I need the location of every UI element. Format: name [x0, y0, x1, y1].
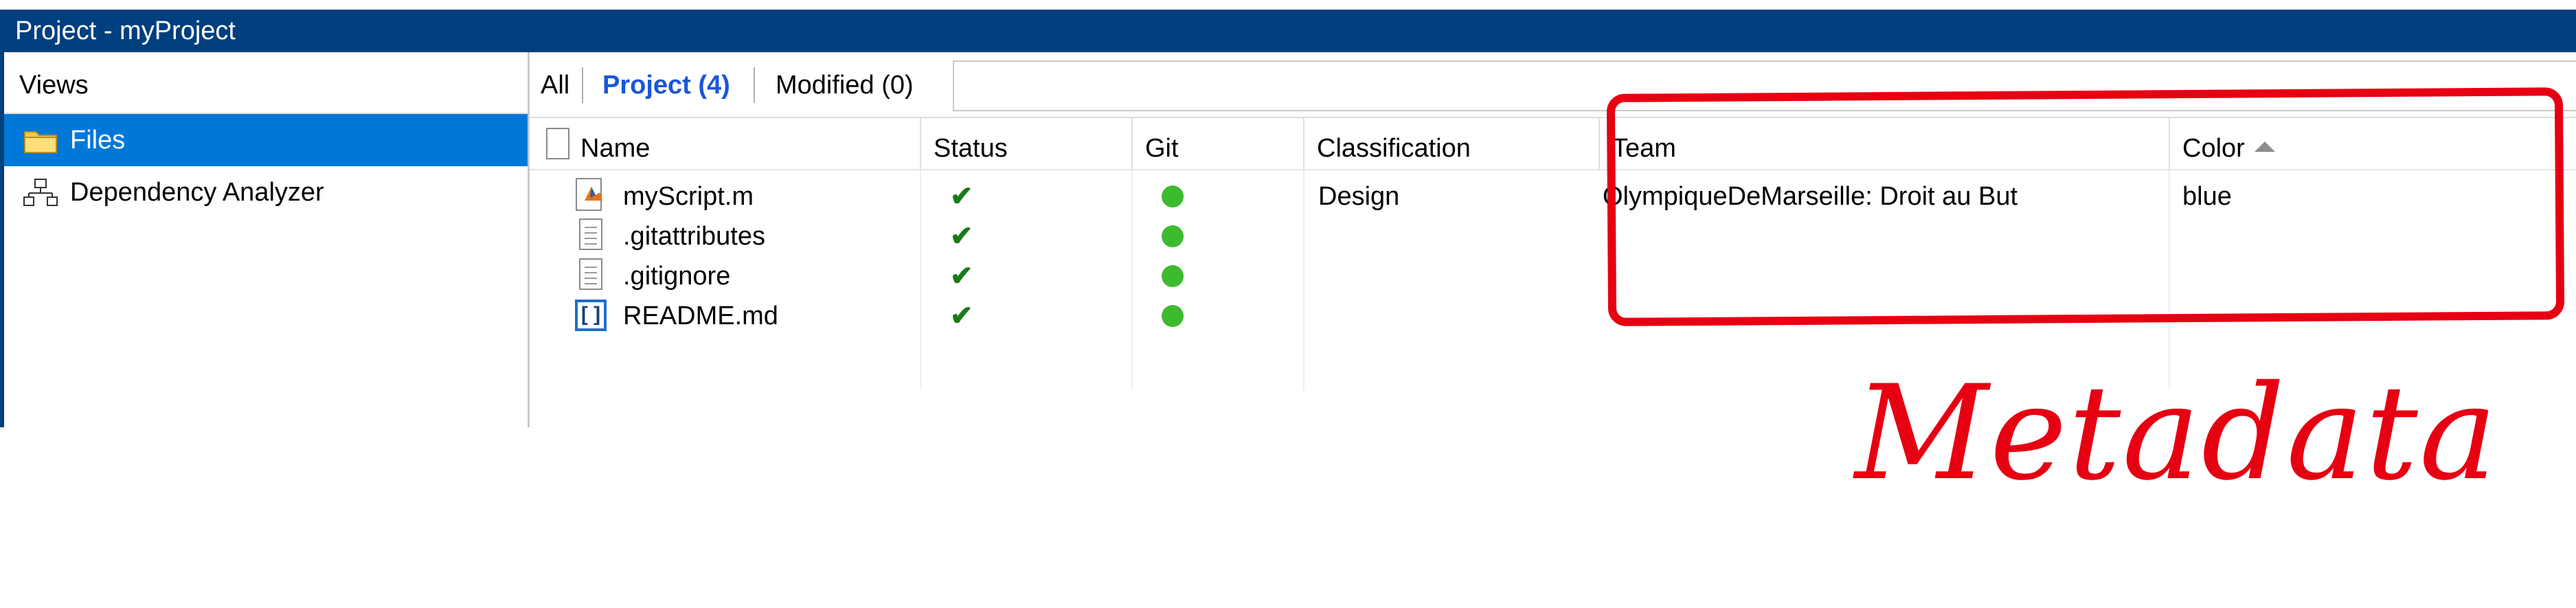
matlab-file-icon: [575, 177, 609, 215]
tab-all[interactable]: All: [541, 69, 569, 102]
status-ok-icon: ✔: [950, 261, 973, 291]
git-status-dot: [1162, 185, 1184, 207]
tab-modified[interactable]: Modified (0): [776, 69, 914, 102]
column-header-git[interactable]: Git: [1131, 118, 1303, 170]
column-header-name[interactable]: Name: [568, 118, 920, 170]
view-item-label: Files: [70, 125, 126, 155]
column-header-status[interactable]: Status: [920, 118, 1131, 170]
git-status-dot: [1162, 225, 1184, 247]
folder-icon: [23, 126, 58, 154]
git-status-dot: [1162, 265, 1184, 287]
views-pane: Views Files Dependency Analyzer: [4, 52, 530, 427]
tab-separator: [754, 67, 755, 103]
tab-separator: [582, 67, 583, 103]
view-item-dependency-analyzer[interactable]: Dependency Analyzer: [4, 166, 528, 218]
git-status-dot: [1162, 305, 1184, 327]
status-ok-icon: ✔: [950, 221, 973, 251]
tab-project[interactable]: Project (4): [602, 69, 730, 102]
status-ok-icon: ✔: [950, 181, 973, 212]
window-title: Project - myProject: [0, 10, 2576, 52]
status-ok-icon: ✔: [950, 301, 973, 331]
column-header-classification[interactable]: Classification: [1303, 118, 1598, 170]
hierarchy-icon: [23, 179, 58, 206]
file-type-header[interactable]: [530, 118, 569, 170]
file-name: .gitignore: [623, 262, 731, 291]
file-icon: [546, 128, 569, 159]
metadata-annotation-label: Metadata: [1855, 357, 2499, 509]
view-item-files[interactable]: Files: [4, 114, 528, 166]
view-item-label: Dependency Analyzer: [70, 177, 324, 207]
file-name: README.md: [623, 302, 778, 330]
text-file-icon: [579, 218, 602, 250]
file-name: .gitattributes: [623, 222, 765, 251]
views-header: Views: [4, 52, 528, 114]
text-file-icon: [579, 258, 602, 290]
markdown-file-icon: [ ]: [575, 300, 607, 331]
classification-value: Design: [1318, 182, 1400, 211]
metadata-highlight-box: [1606, 87, 2565, 326]
file-name: myScript.m: [623, 182, 754, 211]
